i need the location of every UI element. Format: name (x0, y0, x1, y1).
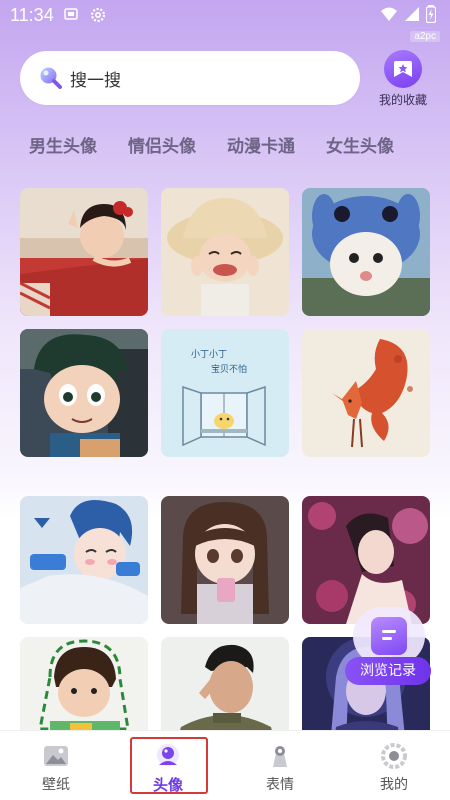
nav-label-wallpaper: 壁纸 (42, 777, 70, 793)
category-tabs: 男生头像 情侣头像 动漫卡通 女生头像 (29, 132, 425, 157)
avatar-tile[interactable] (20, 329, 148, 457)
avatar-tile[interactable] (20, 496, 148, 624)
favorites-label: 我的收藏 (378, 93, 427, 107)
search-icon (40, 67, 62, 89)
emoji-icon (273, 746, 287, 767)
avatar-tile[interactable] (20, 188, 148, 316)
bottom-nav: 壁纸 头像 表情 我的 (0, 730, 450, 800)
avatar-tile[interactable] (302, 329, 430, 457)
avatar-tile[interactable]: 小丁小丁 宝贝不怕 (161, 329, 289, 457)
tile-text-line1: 小丁小丁 (191, 349, 227, 360)
avatar-tile[interactable] (161, 496, 289, 624)
category-anime[interactable]: 动漫卡通 (227, 132, 295, 157)
nav-label-profile: 我的 (380, 777, 408, 793)
history-icon (371, 617, 407, 655)
active-tab-highlight (130, 737, 208, 794)
status-time: 11:34 (10, 5, 54, 25)
battery-icon (426, 5, 436, 23)
avatar-tile[interactable] (20, 637, 148, 730)
profile-icon (381, 743, 407, 769)
nav-item-wallpaper[interactable]: 壁纸 (16, 731, 96, 800)
search-placeholder: 搜一搜 (70, 70, 121, 91)
status-bar: 11:34 (0, 0, 450, 32)
category-female[interactable]: 女生头像 (326, 132, 394, 157)
nav-item-emoji[interactable]: 表情 (240, 731, 320, 800)
nav-item-profile[interactable]: 我的 (354, 731, 434, 800)
avatar-tile[interactable] (161, 188, 289, 316)
history-label: 浏览记录 (345, 657, 431, 685)
status-indicators (380, 5, 436, 23)
favorites-button[interactable]: 我的收藏 (373, 50, 433, 108)
image-icon (44, 746, 68, 766)
status-badge: a2pc (410, 31, 440, 42)
signal-icon (405, 7, 419, 21)
tile-text-line2: 宝贝不怕 (211, 363, 247, 375)
wifi-icon (381, 7, 397, 21)
category-couple[interactable]: 情侣头像 (128, 132, 196, 157)
search-input[interactable]: 搜一搜 (20, 51, 360, 105)
browse-history-button[interactable]: 浏览记录 (345, 605, 431, 687)
cast-icon (64, 8, 78, 20)
favorites-icon (384, 50, 422, 88)
settings-icon (90, 7, 106, 23)
category-male[interactable]: 男生头像 (29, 132, 97, 157)
nav-label-emoji: 表情 (266, 777, 294, 793)
avatar-tile[interactable] (302, 188, 430, 316)
avatar-tile[interactable] (161, 637, 289, 730)
